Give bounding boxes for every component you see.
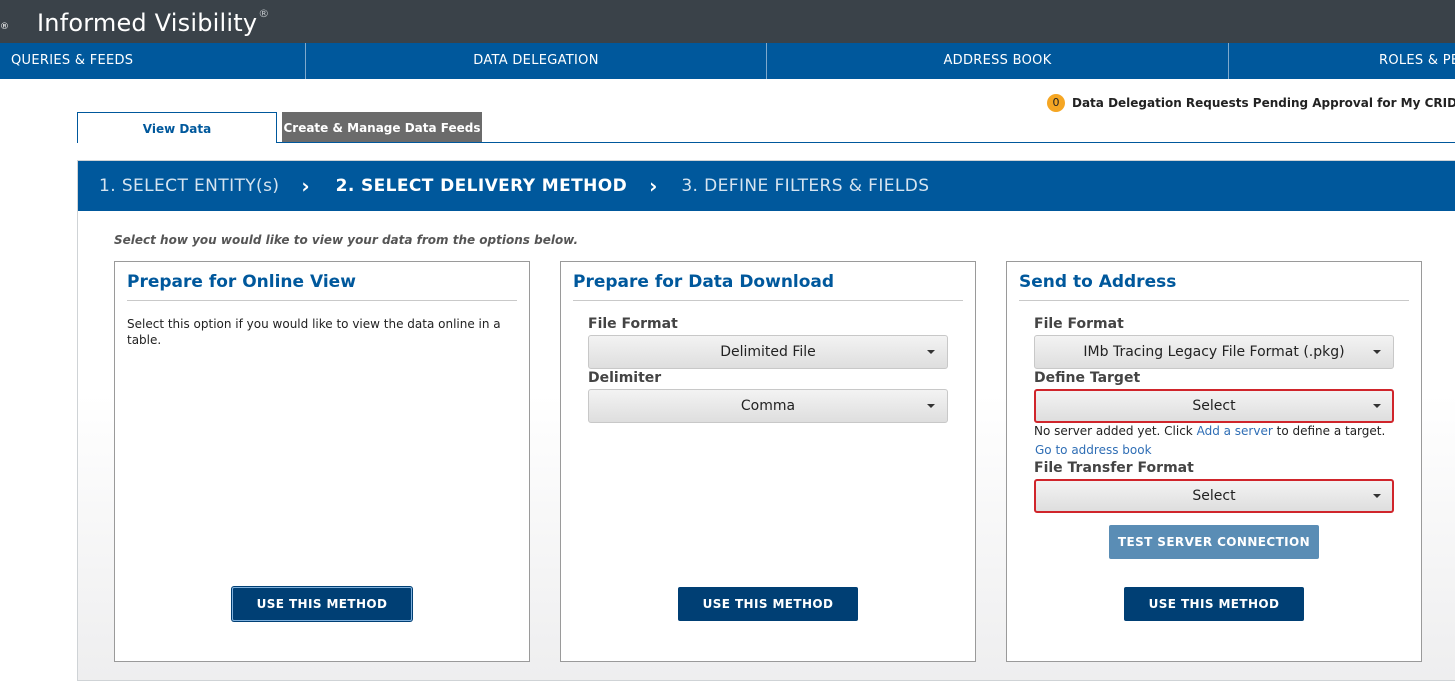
download-file-format-select[interactable]: Delimited File	[588, 335, 948, 369]
help-prefix: No server added yet. Click	[1034, 424, 1193, 438]
step-select-delivery-method[interactable]: 2. SELECT DELIVERY METHOD	[336, 176, 627, 196]
no-server-help-text: No server added yet. Click Add a server …	[1034, 424, 1385, 438]
file-transfer-format-value: Select	[1192, 488, 1236, 504]
address-file-format-select[interactable]: IMb Tracing Legacy File Format (.pkg)	[1034, 335, 1394, 369]
go-to-address-book-link[interactable]: Go to address book	[1035, 443, 1152, 457]
step-select-entity[interactable]: 1. SELECT ENTITY(s)	[99, 176, 279, 196]
online-view-description: Select this option if you would like to …	[127, 317, 501, 347]
add-server-link[interactable]: Add a server	[1197, 424, 1273, 438]
download-file-format-value: Delimited File	[720, 344, 816, 360]
caret-down-icon	[927, 404, 935, 408]
nav-item-queries-feeds[interactable]: QUERIES & FEEDS	[0, 43, 306, 79]
main-nav: QUERIES & FEEDS DATA DELEGATION ADDRESS …	[0, 43, 1455, 79]
define-target-value: Select	[1192, 398, 1236, 414]
chevron-right-icon: ›	[649, 174, 658, 198]
step-define-filters-fields[interactable]: 3. DEFINE FILTERS & FIELDS	[681, 176, 929, 196]
delimiter-value: Comma	[740, 398, 796, 414]
tab-divider	[77, 142, 1455, 143]
define-target-select[interactable]: Select	[1034, 389, 1394, 423]
card-title-data-download: Prepare for Data Download	[573, 272, 963, 301]
address-book-link-wrap: Go to address book	[1035, 443, 1152, 457]
pending-count-badge: 0	[1047, 94, 1065, 112]
delimiter-label: Delimiter	[588, 370, 662, 386]
tab-view-data[interactable]: View Data	[77, 112, 277, 143]
brand-name: Informed Visibility	[37, 9, 258, 37]
delivery-method-panel: 1. SELECT ENTITY(s) › 2. SELECT DELIVERY…	[77, 160, 1455, 681]
nav-item-roles-permissions[interactable]: ROLES & PERMISSIONS	[1229, 43, 1455, 79]
card-send-to-address: Send to Address File Format IMb Tracing …	[1006, 261, 1422, 662]
caret-down-icon	[1373, 404, 1381, 408]
tab-create-manage-data-feeds[interactable]: Create & Manage Data Feeds	[282, 112, 482, 142]
card-title-online-view: Prepare for Online View	[127, 272, 517, 301]
pending-requests-text: Data Delegation Requests Pending Approva…	[1072, 96, 1455, 110]
card-title-send-to-address: Send to Address	[1019, 272, 1409, 301]
instructions-text: Select how you would like to view your d…	[114, 233, 579, 247]
brand-registered-mark: ®	[258, 7, 270, 20]
caret-down-icon	[1373, 494, 1381, 498]
card-online-view: Prepare for Online View Select this opti…	[114, 261, 530, 662]
define-target-label: Define Target	[1034, 370, 1141, 386]
registered-mark: ®	[0, 22, 9, 32]
caret-down-icon	[927, 350, 935, 354]
file-transfer-format-label: File Transfer Format	[1034, 460, 1194, 476]
use-method-download-button[interactable]: USE THIS METHOD	[678, 587, 858, 621]
step-progress-bar: 1. SELECT ENTITY(s) › 2. SELECT DELIVERY…	[78, 161, 1455, 211]
nav-item-address-book[interactable]: ADDRESS BOOK	[767, 43, 1229, 79]
address-file-format-value: IMb Tracing Legacy File Format (.pkg)	[1083, 344, 1345, 360]
card-data-download: Prepare for Data Download File Format De…	[560, 261, 976, 662]
nav-item-data-delegation[interactable]: DATA DELEGATION	[306, 43, 767, 79]
pending-requests-notice[interactable]: 0 Data Delegation Requests Pending Appro…	[1047, 94, 1455, 112]
chevron-right-icon: ›	[301, 174, 310, 198]
brand-logo[interactable]: Informed Visibility®	[37, 7, 270, 37]
test-server-connection-button[interactable]: TEST SERVER CONNECTION	[1109, 525, 1319, 559]
top-header: ® Informed Visibility®	[0, 0, 1455, 43]
use-method-address-button[interactable]: USE THIS METHOD	[1124, 587, 1304, 621]
help-suffix: to define a target.	[1276, 424, 1386, 438]
use-method-online-button[interactable]: USE THIS METHOD	[232, 587, 412, 621]
caret-down-icon	[1373, 350, 1381, 354]
download-file-format-label: File Format	[588, 316, 678, 332]
file-transfer-format-select[interactable]: Select	[1034, 479, 1394, 513]
address-file-format-label: File Format	[1034, 316, 1124, 332]
delimiter-select[interactable]: Comma	[588, 389, 948, 423]
